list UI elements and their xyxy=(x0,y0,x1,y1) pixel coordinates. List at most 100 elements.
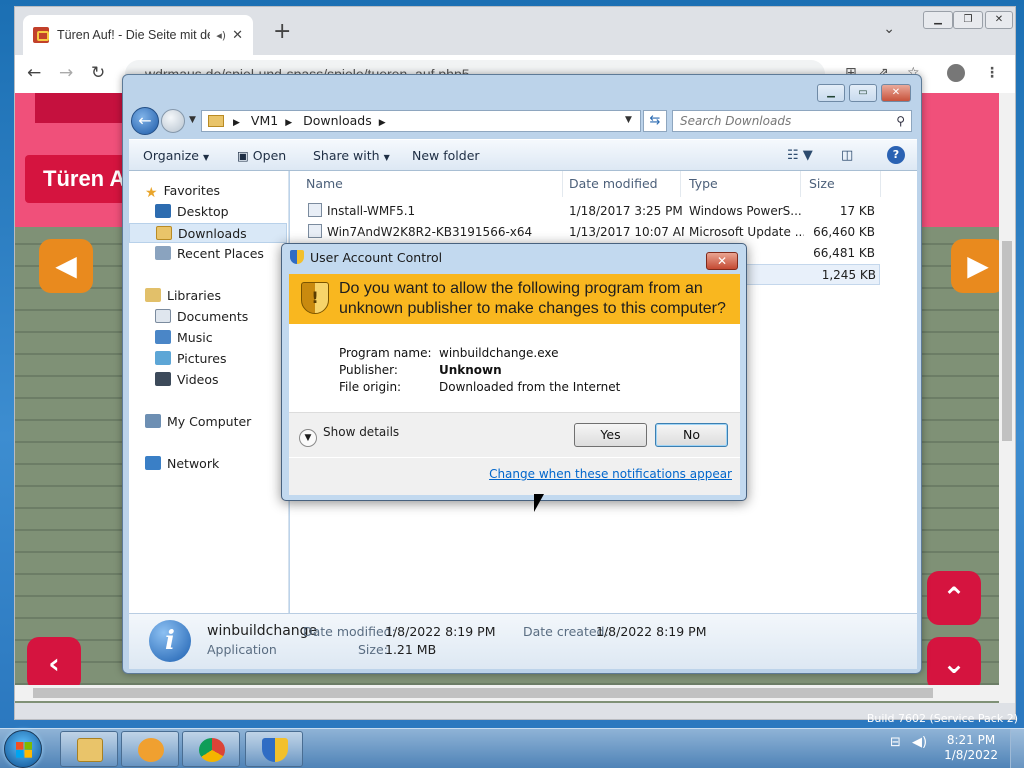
file-type: Microsoft Update ... xyxy=(689,225,804,239)
scroll-up-chevron-icon[interactable]: ⌃ xyxy=(927,571,981,625)
menu-kebab-icon[interactable]: ⋮ xyxy=(985,65,999,81)
tab-title: Türen Auf! - Die Seite mit de xyxy=(57,28,211,42)
network-tray-icon[interactable]: ⊟ xyxy=(890,735,901,750)
volume-icon[interactable]: ◀) xyxy=(912,735,927,750)
browser-tab[interactable]: Türen Auf! - Die Seite mit de ◂) ✕ xyxy=(23,15,253,55)
share-with-button[interactable]: Share with ▼ xyxy=(313,148,390,163)
system-clock[interactable]: 8:21 PM 1/8/2022 xyxy=(944,733,998,763)
scrollbar-thumb[interactable] xyxy=(1002,241,1012,441)
open-app-icon: ▣ xyxy=(237,148,253,163)
taskbar-media-player[interactable] xyxy=(121,731,179,767)
nav-favorites[interactable]: ★ Favorites xyxy=(129,181,287,201)
details-size-label: Size: xyxy=(358,642,388,657)
back-arrow-icon[interactable]: ← xyxy=(131,107,159,135)
details-date-modified: 1/8/2022 8:19 PM xyxy=(385,624,496,639)
mouse-cursor-icon xyxy=(534,494,544,512)
nav-pictures[interactable]: Pictures xyxy=(129,349,287,369)
breadcrumb-vm1[interactable]: VM1 xyxy=(251,113,278,128)
vertical-scrollbar[interactable] xyxy=(999,93,1015,703)
search-icon[interactable]: ⚲ xyxy=(896,111,905,131)
scrollbar-thumb[interactable] xyxy=(33,688,933,698)
nav-libraries[interactable]: Libraries xyxy=(129,286,287,306)
horizontal-scrollbar[interactable] xyxy=(15,685,1001,701)
media-player-icon xyxy=(138,738,164,762)
nav-recent-places[interactable]: Recent Places xyxy=(129,244,287,264)
nav-label: Desktop xyxy=(177,204,229,219)
uac-title: User Account Control xyxy=(310,250,443,265)
taskbar-chrome[interactable] xyxy=(182,731,240,767)
maximize-icon[interactable]: ▭ xyxy=(849,84,877,102)
table-row[interactable]: Win7AndW2K8R2-KB3191566-x64 1/13/2017 10… xyxy=(290,222,880,243)
build-watermark: Build 7602 (Service Pack 2) xyxy=(866,712,1018,725)
show-details-toggle[interactable]: ▼ Show details xyxy=(299,425,399,447)
profile-avatar-icon[interactable] xyxy=(947,64,965,82)
reload-icon[interactable]: ↻ xyxy=(91,63,105,83)
previous-chevron-icon[interactable]: ‹ xyxy=(27,637,81,691)
nav-network[interactable]: Network xyxy=(129,454,287,474)
organize-button[interactable]: Organize ▼ xyxy=(143,148,209,163)
nav-music[interactable]: Music xyxy=(129,328,287,348)
shield-icon xyxy=(290,250,304,264)
tab-close-icon[interactable]: ✕ xyxy=(232,28,243,43)
sound-speaker-icon[interactable]: ◀ xyxy=(39,239,93,293)
file-name-cell: Install-WMF5.1 xyxy=(308,201,558,222)
speaker-icon[interactable]: ◂) xyxy=(216,29,226,42)
uac-dialog: User Account Control ✕ ! Do you want to … xyxy=(281,243,747,501)
new-tab-button[interactable]: + xyxy=(273,21,291,43)
breadcrumb[interactable]: ▶ VM1 ▶ Downloads ▶ xyxy=(201,110,641,132)
change-notifications-link[interactable]: Change when these notifications appear xyxy=(489,467,732,481)
file-date: 1/18/2017 3:25 PM xyxy=(569,204,683,218)
close-icon[interactable]: ✕ xyxy=(985,11,1013,29)
taskbar-uac[interactable] xyxy=(245,731,303,767)
tab-search-chevron-icon[interactable]: ⌄ xyxy=(883,21,895,37)
play-arrow-icon[interactable]: ▶ xyxy=(951,239,1001,293)
file-type: Windows PowerS... xyxy=(689,204,802,218)
nav-label: My Computer xyxy=(167,414,252,429)
nav-desktop[interactable]: Desktop xyxy=(129,202,287,222)
folder-icon xyxy=(208,115,224,127)
breadcrumb-separator-icon[interactable]: ▶ xyxy=(285,118,292,128)
help-icon[interactable]: ? xyxy=(887,146,905,164)
forward-arrow-icon[interactable] xyxy=(161,109,185,133)
open-button[interactable]: ▣ Open xyxy=(237,148,286,163)
new-folder-button[interactable]: New folder xyxy=(412,148,480,163)
taskbar-explorer[interactable] xyxy=(60,731,118,767)
breadcrumb-separator-icon[interactable]: ▶ xyxy=(233,118,240,128)
file-name: Win7AndW2K8R2-KB3191566-x64 xyxy=(327,225,533,239)
nav-label: Pictures xyxy=(177,351,227,366)
column-header-size[interactable]: Size xyxy=(801,171,881,197)
pictures-icon xyxy=(155,351,171,365)
breadcrumb-downloads[interactable]: Downloads xyxy=(303,113,372,128)
forward-arrow-icon[interactable]: → xyxy=(59,63,73,83)
preview-pane-icon[interactable]: ◫ xyxy=(841,148,853,163)
yes-button[interactable]: Yes xyxy=(574,423,647,447)
breadcrumb-separator-icon[interactable]: ▶ xyxy=(379,118,386,128)
chevron-down-icon: ▼ xyxy=(299,429,317,447)
close-icon[interactable]: ✕ xyxy=(881,84,911,102)
column-header-name[interactable]: Name xyxy=(298,171,563,197)
no-button[interactable]: No xyxy=(655,423,728,447)
nav-my-computer[interactable]: My Computer xyxy=(129,412,287,432)
minimize-icon[interactable]: ▁ xyxy=(923,11,953,29)
uac-title-bar: User Account Control xyxy=(290,250,442,265)
address-dropdown-icon[interactable]: ▼ xyxy=(625,110,632,130)
nav-label: Music xyxy=(177,330,213,345)
refresh-icon[interactable]: ⇆ xyxy=(643,110,667,132)
minimize-icon[interactable]: ▁ xyxy=(817,84,845,102)
show-desktop-button[interactable] xyxy=(1010,729,1024,768)
column-header-type[interactable]: Type xyxy=(681,171,801,197)
column-header-date-modified[interactable]: Date modified xyxy=(561,171,681,197)
nav-downloads[interactable]: Downloads xyxy=(129,223,287,243)
restore-icon[interactable]: ❐ xyxy=(953,11,983,29)
back-arrow-icon[interactable]: ← xyxy=(27,63,41,83)
scroll-down-chevron-icon[interactable]: ⌄ xyxy=(927,637,981,691)
nav-documents[interactable]: Documents xyxy=(129,307,287,327)
history-dropdown-icon[interactable]: ▼ xyxy=(189,115,196,125)
table-row[interactable]: Install-WMF5.1 1/18/2017 3:25 PM Windows… xyxy=(290,201,880,222)
nav-videos[interactable]: Videos xyxy=(129,370,287,390)
view-options-icon[interactable]: ☷ ▼ xyxy=(787,148,813,163)
start-button[interactable] xyxy=(4,730,42,768)
powershell-script-icon xyxy=(308,203,322,217)
search-input[interactable]: Search Downloads ⚲ xyxy=(672,110,912,132)
close-icon[interactable]: ✕ xyxy=(706,252,738,270)
